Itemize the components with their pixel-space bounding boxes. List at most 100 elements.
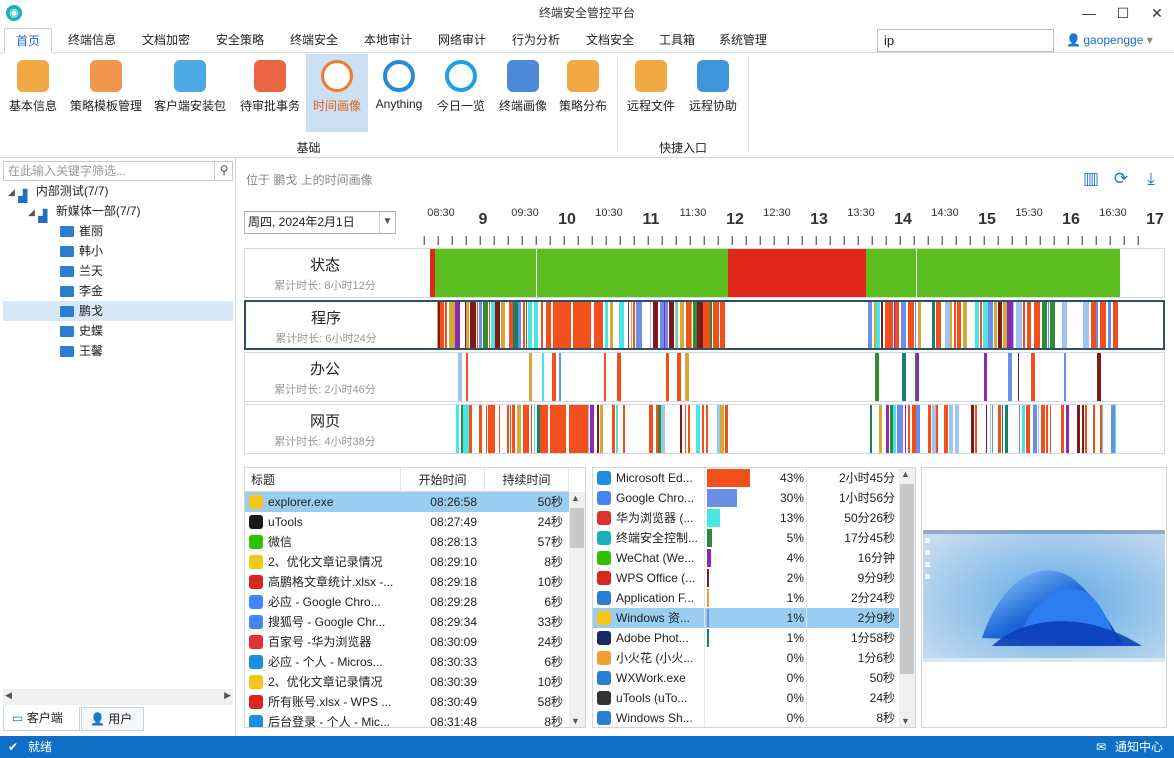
search-input[interactable]: ip <box>877 29 1054 52</box>
timeline-bar <box>458 353 462 401</box>
column-header-start[interactable]: 开始时间 <box>401 468 485 492</box>
menu-item-6[interactable]: 网络审计 <box>430 28 494 53</box>
app-row[interactable]: Google Chro... 30% 1小时56分 <box>593 488 899 508</box>
tree-root[interactable]: ◢ ▟ 内部测试(7/7) <box>8 181 109 203</box>
menu-item-2[interactable]: 文档加密 <box>134 28 198 53</box>
menu-item-10[interactable]: 系统管理 <box>712 28 774 53</box>
table-row[interactable]: 后台登录 - 个人 - Mic... 08:31:48 8秒 <box>245 712 569 727</box>
ribbon-button-2[interactable]: 客户端安装包 <box>150 54 230 132</box>
timeline-bar <box>720 302 725 348</box>
ruler-half-label: 15:30 <box>1015 207 1043 219</box>
menu-item-3[interactable]: 安全策略 <box>208 28 272 53</box>
notification-center-link[interactable]: 通知中心 <box>1115 736 1163 758</box>
download-icon[interactable]: ⤓ <box>1141 169 1161 189</box>
tab-users[interactable]: 👤 用户 <box>81 707 144 731</box>
table-row[interactable]: 必应 - Google Chro... 08:29:28 6秒 <box>245 592 569 612</box>
tree-user-2[interactable]: 兰天 <box>3 261 233 281</box>
table-row[interactable]: 高鹏格文章统计.xlsx -... 08:29:18 10秒 <box>245 572 569 592</box>
ribbon-button-5[interactable]: Anything <box>368 54 430 132</box>
date-picker[interactable]: 周四, 2024年2月1日 <box>244 211 396 234</box>
column-header-title[interactable]: 标题 <box>245 468 401 492</box>
cell-duration: 10秒 <box>537 575 563 589</box>
cell-title: 所有账号.xlsx - WPS ... <box>245 692 401 712</box>
table-row[interactable]: 搜狐号 - Google Chr... 08:29:34 33秒 <box>245 612 569 632</box>
cell-title-text: 百家号 -华为浏览器 <box>268 635 372 649</box>
table-row[interactable]: 百家号 -华为浏览器 08:30:09 24秒 <box>245 632 569 652</box>
tree-user-0[interactable]: 崔丽 <box>3 221 233 241</box>
tree-user-3[interactable]: 李金 <box>3 281 233 301</box>
timeline-bar <box>612 405 615 453</box>
ribbon-button-0[interactable]: 基本信息 <box>0 54 66 132</box>
tree-user-4[interactable]: 鹏戈 <box>3 301 233 321</box>
timeline-bar <box>649 405 653 453</box>
tree-horizontal-scrollbar[interactable]: ◀ ▶ <box>3 689 233 705</box>
app-row[interactable]: Microsoft Ed... 43% 2小时45分 <box>593 468 899 488</box>
chevron-down-icon[interactable]: ▼ <box>379 212 395 233</box>
user-menu[interactable]: 👤 gaopengge ▾ <box>1066 28 1153 53</box>
ribbon-button-10[interactable]: 远程协助 <box>682 54 744 132</box>
ribbon-button-3[interactable]: 待审批事务 <box>234 54 306 132</box>
maximize-button[interactable]: ☐ <box>1106 0 1140 26</box>
timeline-bar <box>891 302 893 348</box>
tree-user-5[interactable]: 史蝶 <box>3 321 233 341</box>
table-row[interactable]: 2、优化文章记录情况 08:30:39 10秒 <box>245 672 569 692</box>
app-row[interactable]: Adobe Phot... 1% 1分58秒 <box>593 628 899 648</box>
ribbon-separator <box>748 58 749 152</box>
menu-item-4[interactable]: 终端安全 <box>282 28 346 53</box>
timeline-row-2[interactable]: 办公 累计时长: 2小时46分 <box>244 352 1165 402</box>
table-row[interactable]: 所有账号.xlsx - WPS ... 08:30:49 58秒 <box>245 692 569 712</box>
tree-dept[interactable]: ◢ ▟ 新媒体一部(7/7) <box>28 201 141 223</box>
table-row[interactable]: uTools 08:27:49 24秒 <box>245 512 569 532</box>
timeline-row-3[interactable]: 网页 累计时长: 4小时38分 <box>244 404 1165 454</box>
minimize-button[interactable]: — <box>1072 0 1106 26</box>
app-row[interactable]: Application F... 1% 2分24秒 <box>593 588 899 608</box>
search-icon[interactable]: ⚲ <box>214 161 233 181</box>
timeline-bar <box>975 405 977 453</box>
app-row[interactable]: WPS Office (... 2% 9分9秒 <box>593 568 899 588</box>
menu-item-9[interactable]: 工具箱 <box>652 28 702 53</box>
menu-item-0[interactable]: 首页 <box>4 28 52 53</box>
tab-clients[interactable]: ▭ 客户端 <box>3 707 80 731</box>
table-row[interactable]: 2、优化文章记录情况 08:29:10 8秒 <box>245 552 569 572</box>
app-row[interactable]: WXWork.exe 0% 50秒 <box>593 668 899 688</box>
menu-item-5[interactable]: 本地审计 <box>356 28 420 53</box>
timeline-bar <box>707 302 710 348</box>
column-header-duration[interactable]: 持续时间 <box>485 468 569 492</box>
table-row[interactable]: 微信 08:28:13 57秒 <box>245 532 569 552</box>
timeline-bar <box>566 405 569 453</box>
process-table-scrollbar[interactable]: ▲ ▼ <box>569 492 585 727</box>
ribbon-button-8[interactable]: 策略分布 <box>554 54 612 132</box>
app-row[interactable]: 小火花 (小火... 0% 1分6秒 <box>593 648 899 668</box>
ribbon-separator <box>617 58 618 152</box>
app-table-scrollbar[interactable]: ▲ ▼ <box>899 468 915 727</box>
tree-user-6[interactable]: 王馨 <box>3 341 233 361</box>
menu-item-7[interactable]: 行为分析 <box>504 28 568 53</box>
table-row[interactable]: 必应 - 个人 - Micros... 08:30:33 6秒 <box>245 652 569 672</box>
ribbon-button-6[interactable]: 今日一览 <box>430 54 492 132</box>
ribbon-button-4[interactable]: 时间画像 <box>306 54 368 132</box>
ribbon-button-1[interactable]: 策略模板管理 <box>66 54 146 132</box>
app-row[interactable]: Windows 资... 1% 2分9秒 <box>593 608 899 628</box>
table-row[interactable]: explorer.exe 08:26:58 50秒 <box>245 492 569 512</box>
close-button[interactable]: ✕ <box>1140 0 1174 26</box>
menu-item-1[interactable]: 终端信息 <box>60 28 124 53</box>
ribbon-button-9[interactable]: 远程文件 <box>620 54 682 132</box>
app-row[interactable]: Windows Sh... 0% 8秒 <box>593 708 899 727</box>
tree-user-1[interactable]: 韩小 <box>3 241 233 261</box>
tree-user-label: 韩小 <box>79 244 104 258</box>
app-row[interactable]: 终端安全控制... 5% 17分45秒 <box>593 528 899 548</box>
timeline-row-1[interactable]: 程序 累计时长: 6小时24分 <box>244 300 1165 350</box>
timeline-row-0[interactable]: 状态 累计时长: 8小时12分 <box>244 248 1165 298</box>
screenshot-preview[interactable] <box>921 467 1167 728</box>
tree-filter-input[interactable]: 在此输入关键字筛选... <box>3 161 233 181</box>
cell-start: 08:30:39 <box>430 675 477 689</box>
menu-item-8[interactable]: 文档安全 <box>578 28 642 53</box>
app-row[interactable]: uTools (uTo... 0% 24秒 <box>593 688 899 708</box>
app-row[interactable]: WeChat (We... 4% 16分钟 <box>593 548 899 568</box>
cell-start: 08:29:10 <box>430 555 477 569</box>
timeline-bar <box>623 405 625 453</box>
app-row[interactable]: 华为浏览器 (... 13% 50分26秒 <box>593 508 899 528</box>
ribbon-button-7[interactable]: 终端画像 <box>492 54 554 132</box>
panel-toggle-icon[interactable]: ▥ <box>1081 169 1101 189</box>
refresh-icon[interactable]: ⟳ <box>1111 169 1131 189</box>
